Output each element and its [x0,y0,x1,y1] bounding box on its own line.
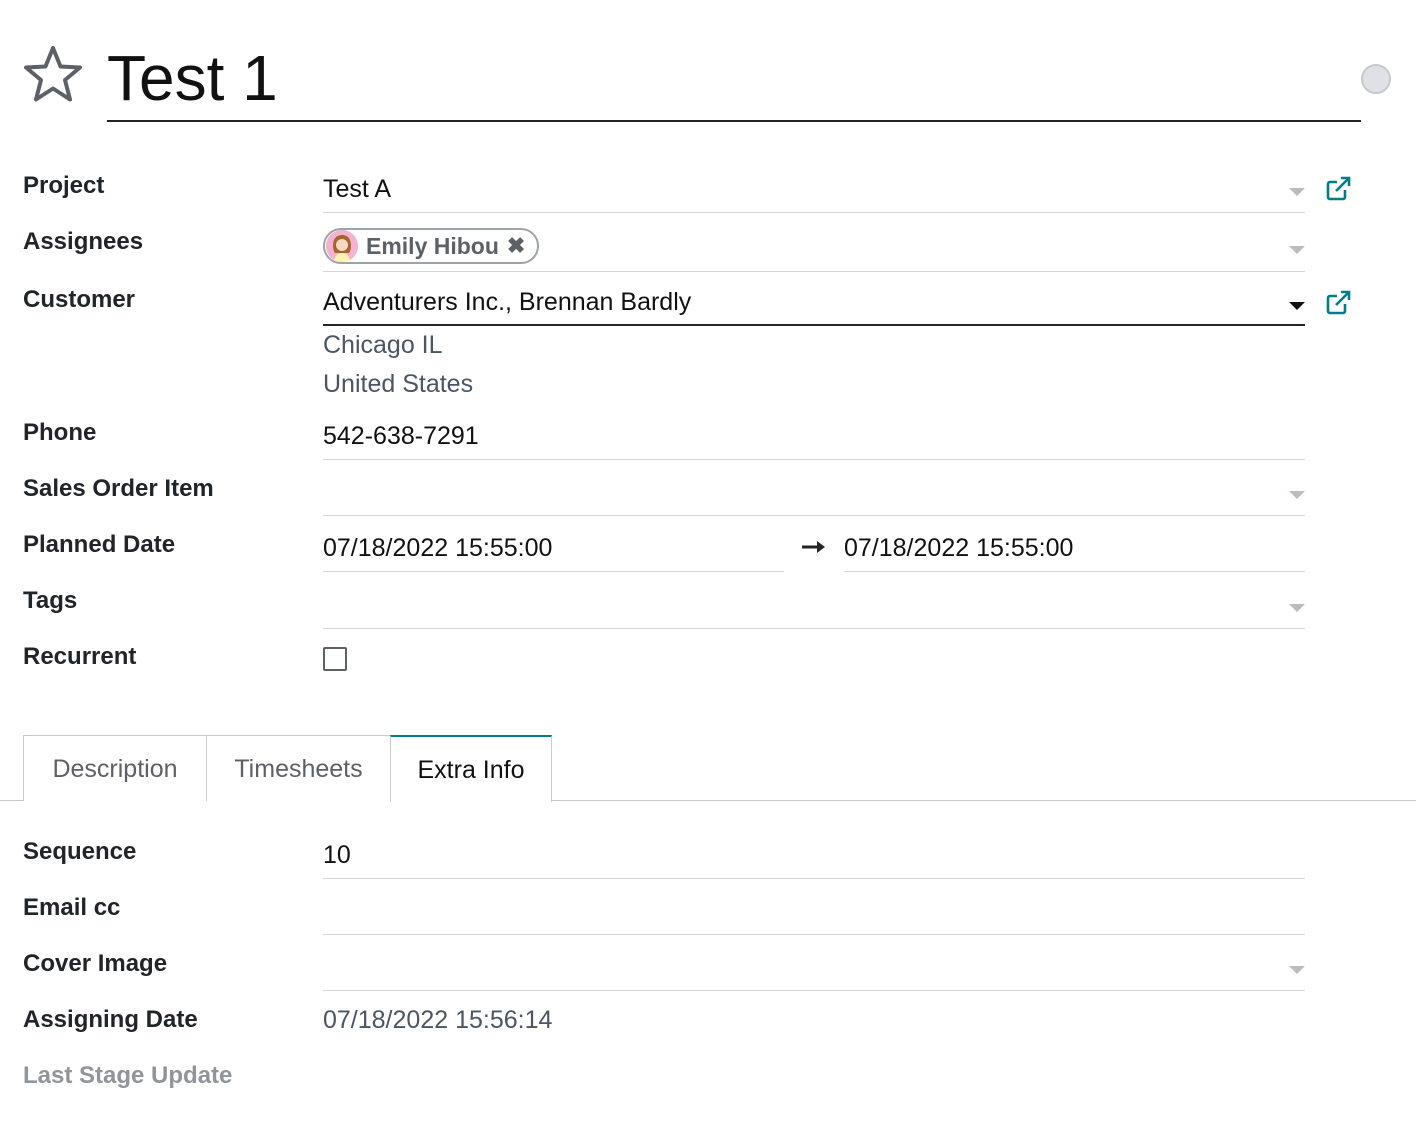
title-field[interactable]: Test 1 [107,38,1361,122]
sequence-value: 10 [323,841,351,869]
task-form: Test 1 Project Test A Assignees Emily Hi… [0,0,1416,1142]
tags-field[interactable] [323,585,1305,629]
chevron-down-icon[interactable] [1289,604,1305,612]
planned-date-start-field[interactable]: 07/18/2022 15:55:00 [323,529,784,572]
task-title[interactable]: Test 1 [107,40,278,116]
customer-label: Customer [23,286,136,313]
assignee-tag[interactable]: Emily Hibou ✖ [323,228,540,264]
recurrent-label: Recurrent [23,643,137,670]
sequence-label: Sequence [23,838,137,865]
chevron-down-icon[interactable] [1289,491,1305,499]
sales-order-item-field[interactable] [323,472,1305,516]
cover-image-field[interactable] [323,947,1305,991]
phone-field[interactable]: 542-638-7291 [323,417,1305,460]
tab-timesheets[interactable]: Timesheets [206,735,391,801]
recurrent-checkbox[interactable] [323,647,347,671]
assignee-name: Emily Hibou [366,232,499,259]
email-cc-field[interactable] [323,892,1305,935]
external-link-icon[interactable] [1324,289,1352,317]
assigning-date-label: Assigning Date [23,1006,198,1033]
last-stage-update-label: Last Stage Update [23,1062,233,1089]
planned-date-label: Planned Date [23,531,176,558]
chevron-down-icon[interactable] [1289,966,1305,974]
planned-date-end-value: 07/18/2022 15:55:00 [844,534,1074,562]
project-field[interactable]: Test A [323,170,1305,213]
customer-value: Adventurers Inc., Brennan Bardly [323,288,692,316]
star-icon[interactable] [22,44,84,104]
customer-address-city: Chicago IL [323,331,443,359]
phone-label: Phone [23,419,97,446]
assigning-date-value: 07/18/2022 15:56:14 [323,1006,553,1034]
tab-extra-info[interactable]: Extra Info [390,735,552,802]
project-label: Project [23,172,105,199]
sales-order-item-label: Sales Order Item [23,475,214,502]
cover-image-label: Cover Image [23,950,168,977]
chevron-down-icon[interactable] [1289,246,1305,254]
project-value: Test A [323,175,392,203]
sequence-field[interactable]: 10 [323,836,1305,879]
kanban-state-indicator[interactable] [1361,64,1391,94]
external-link-icon[interactable] [1324,175,1352,203]
phone-value: 542-638-7291 [323,422,479,450]
customer-field[interactable]: Adventurers Inc., Brennan Bardly [323,284,1305,326]
tags-label: Tags [23,587,78,614]
planned-date-end-field[interactable]: 07/18/2022 15:55:00 [844,529,1305,572]
email-cc-label: Email cc [23,894,121,921]
chevron-down-icon[interactable] [1289,302,1305,310]
arrow-right-icon [802,541,825,553]
planned-date-start-value: 07/18/2022 15:55:00 [323,534,553,562]
assignees-label: Assignees [23,228,144,255]
tab-description[interactable]: Description [23,735,207,801]
customer-address-country: United States [323,370,474,398]
avatar [326,230,358,262]
chevron-down-icon[interactable] [1289,188,1305,196]
remove-tag-icon[interactable]: ✖ [507,233,525,259]
assignees-field[interactable]: Emily Hibou ✖ [323,228,1305,272]
